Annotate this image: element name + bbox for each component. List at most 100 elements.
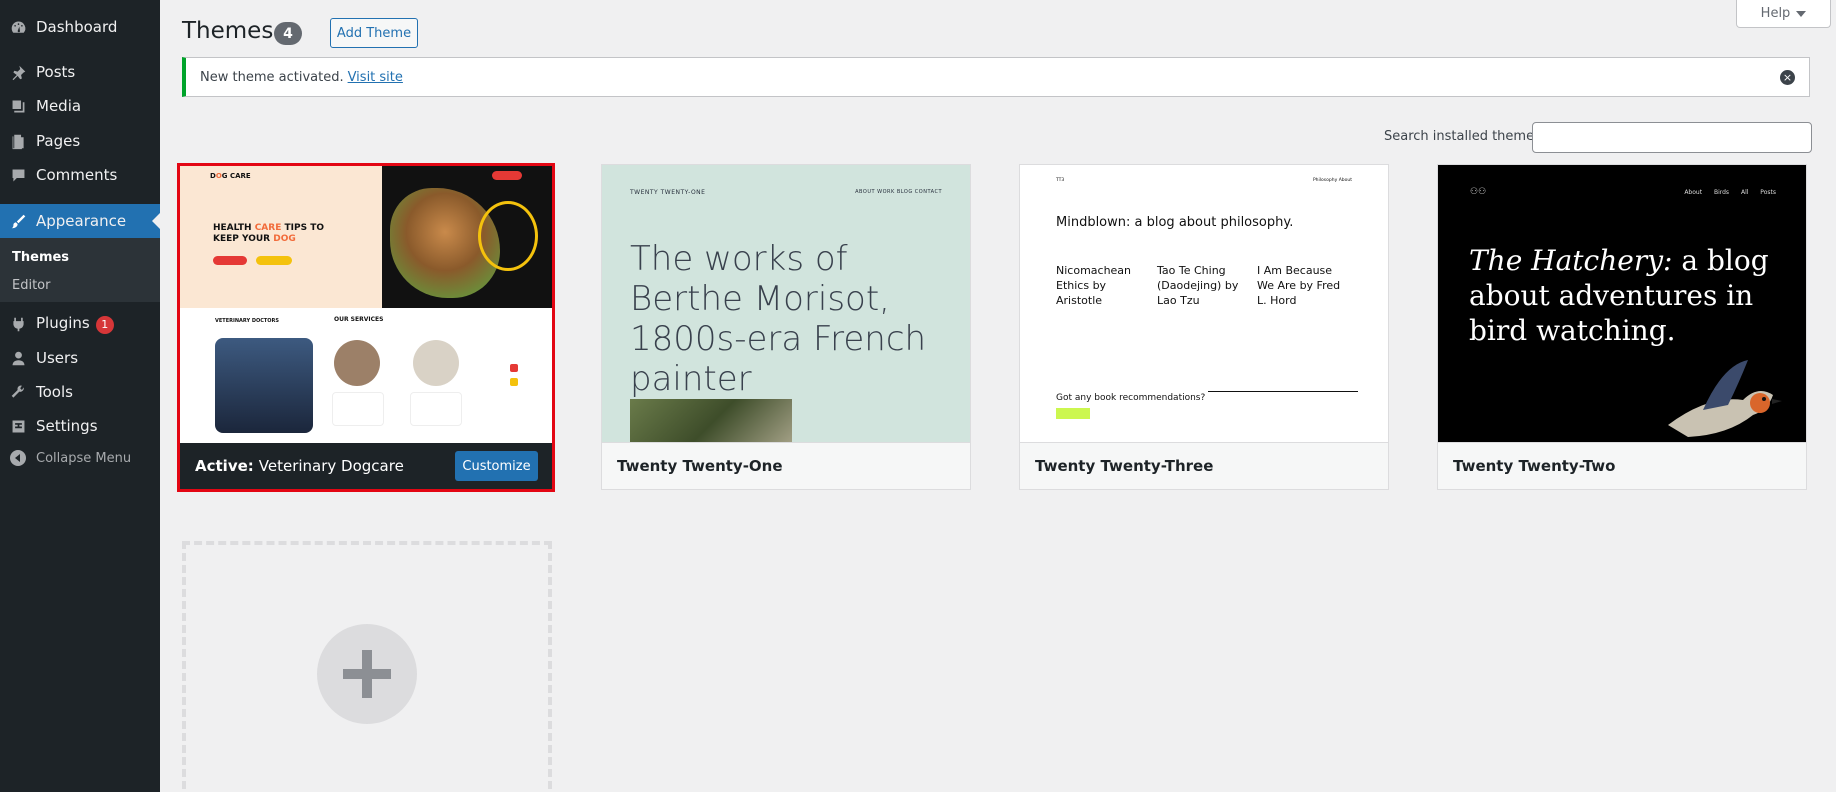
comments-icon: [0, 158, 36, 192]
t21-preview: TWENTY TWENTY-ONE ABOUT WORK BLOG CONTAC…: [602, 165, 970, 442]
preview-doctor-card: [215, 338, 313, 433]
plugins-icon: [0, 307, 36, 341]
wrench-icon: [0, 375, 36, 409]
t22-preview: ⚇⚇ About Birds All Posts The Hatchery: a…: [1438, 165, 1806, 442]
add-theme-button[interactable]: Add Theme: [330, 18, 418, 48]
menu-plugins[interactable]: Plugins 1: [0, 307, 160, 341]
preview-nav: About Birds All Posts: [1684, 189, 1776, 196]
notice-text: New theme activated.: [200, 69, 344, 85]
search-label: Search installed themes: [1384, 129, 1541, 144]
preview-nav: Philosophy About: [1312, 178, 1352, 183]
menu-label: Settings: [36, 417, 98, 435]
menu-label: Pages: [36, 132, 81, 150]
pages-icon: [0, 124, 36, 158]
preview-cta-button: [1056, 408, 1090, 419]
t23-preview: TT3 Philosophy About Mindblown: a blog a…: [1020, 165, 1388, 442]
settings-icon: [0, 409, 36, 443]
theme-screenshot: TWENTY TWENTY-ONE ABOUT WORK BLOG CONTAC…: [602, 165, 970, 442]
active-prefix: Active:: [195, 457, 254, 475]
current-menu-arrow: [152, 213, 160, 229]
dismiss-notice-icon[interactable]: ×: [1780, 70, 1795, 85]
preview-headline: The Hatchery: a blog about adventures in…: [1469, 244, 1769, 347]
menu-label: Plugins 1: [36, 314, 160, 334]
theme-card-twenty-twenty-one[interactable]: TWENTY TWENTY-ONE ABOUT WORK BLOG CONTAC…: [601, 164, 971, 490]
preview-side-square: [510, 364, 518, 372]
preview-service-box: [332, 392, 384, 426]
dogcare-preview: DOG CARE HEALTH CARE TIPS TO KEEP YOUR D…: [180, 166, 552, 443]
preview-service-image: [413, 340, 459, 386]
appearance-submenu: Themes Editor: [0, 238, 160, 302]
page-title: Themes: [182, 18, 274, 44]
collapse-menu-button[interactable]: Collapse Menu: [0, 441, 160, 475]
menu-label: Comments: [36, 166, 118, 184]
menu-label: Appearance: [36, 212, 127, 230]
dashboard-icon: [0, 10, 36, 44]
users-icon: [0, 341, 36, 375]
collapse-label: Collapse Menu: [36, 450, 132, 466]
preview-site-title: TWENTY TWENTY-ONE: [630, 189, 706, 196]
theme-screenshot: ⚇⚇ About Birds All Posts The Hatchery: a…: [1438, 165, 1806, 442]
preview-headline: The works of Berthe Morisot, 1800s-era F…: [630, 239, 927, 399]
submenu-editor[interactable]: Editor: [12, 278, 50, 293]
preview-nav-button: [492, 171, 522, 180]
menu-pages[interactable]: Pages: [0, 124, 160, 158]
add-new-theme-card[interactable]: [182, 541, 552, 792]
preview-side-square: [510, 378, 518, 386]
active-theme-name: Veterinary Dogcare: [258, 457, 404, 475]
plugin-update-badge: 1: [95, 315, 114, 334]
menu-appearance[interactable]: Appearance: [0, 204, 160, 238]
caret-down-icon: [1796, 10, 1807, 17]
menu-label: Posts: [36, 63, 76, 81]
active-theme-name-bar: Active: Veterinary Dogcare Customize: [180, 443, 552, 489]
preview-services-heading: OUR SERVICES: [334, 316, 384, 323]
menu-users[interactable]: Users: [0, 341, 160, 375]
collapse-icon: [0, 441, 36, 475]
theme-card-twenty-twenty-three[interactable]: TT3 Philosophy About Mindblown: a blog a…: [1019, 164, 1389, 490]
help-label: Help: [1760, 6, 1791, 21]
preview-post-title: I Am Because We Are by Fred L. Hord: [1257, 264, 1341, 307]
preview-swirl: [478, 201, 538, 271]
search-themes-input[interactable]: [1532, 122, 1812, 153]
preview-cta-yellow: [256, 256, 292, 265]
menu-comments[interactable]: Comments: [0, 158, 160, 192]
theme-card-twenty-twenty-two[interactable]: ⚇⚇ About Birds All Posts The Hatchery: a…: [1437, 164, 1807, 490]
preview-post-title: Tao Te Ching (Daodejing) by Lao Tzu: [1157, 264, 1239, 307]
menu-dashboard[interactable]: Dashboard: [0, 10, 160, 44]
preview-logo: DOG CARE: [210, 172, 251, 180]
menu-label: Dashboard: [36, 18, 118, 36]
submenu-themes[interactable]: Themes: [12, 250, 69, 265]
menu-label: Media: [36, 97, 82, 115]
preview-headline: HEALTH CARE TIPS TO KEEP YOUR DOG: [213, 223, 324, 244]
preview-painting-image: [630, 399, 792, 442]
theme-name: Twenty Twenty-Two: [1438, 442, 1806, 489]
paintbrush-icon: [0, 204, 36, 238]
menu-media[interactable]: Media: [0, 89, 160, 123]
customize-button[interactable]: Customize: [455, 451, 538, 481]
theme-screenshot: DOG CARE HEALTH CARE TIPS TO KEEP YOUR D…: [180, 166, 552, 443]
theme-name: Twenty Twenty-Three: [1020, 442, 1388, 489]
preview-doctors-heading: VETERINARY DOCTORS: [215, 318, 279, 324]
menu-settings[interactable]: Settings: [0, 409, 160, 443]
theme-count-badge: 4: [274, 22, 302, 45]
theme-screenshot: TT3 Philosophy About Mindblown: a blog a…: [1020, 165, 1388, 442]
preview-bird-illustration: [1668, 360, 1782, 437]
theme-activated-notice: New theme activated. Visit site ×: [182, 57, 1810, 97]
theme-name: Twenty Twenty-One: [602, 442, 970, 489]
menu-label: Users: [36, 349, 79, 367]
media-icon: [0, 89, 36, 123]
preview-divider: [1208, 391, 1358, 392]
help-tab-button[interactable]: Help: [1736, 0, 1831, 28]
theme-card-active[interactable]: DOG CARE HEALTH CARE TIPS TO KEEP YOUR D…: [177, 163, 555, 492]
admin-sidebar: Dashboard Posts Media Pages Comments App…: [0, 0, 160, 792]
preview-nav: ABOUT WORK BLOG CONTACT: [855, 189, 942, 195]
preview-glasses-logo-icon: ⚇⚇: [1470, 187, 1487, 197]
preview-headline: Mindblown: a blog about philosophy.: [1056, 215, 1294, 230]
preview-service-image: [334, 340, 380, 386]
menu-tools[interactable]: Tools: [0, 375, 160, 409]
preview-lower-section: VETERINARY DOCTORS OUR SERVICES: [180, 308, 552, 443]
preview-service-box: [410, 392, 462, 426]
visit-site-link[interactable]: Visit site: [348, 70, 403, 85]
preview-site-title: TT3: [1056, 178, 1065, 183]
menu-posts[interactable]: Posts: [0, 55, 160, 89]
preview-cta-red: [213, 256, 247, 265]
